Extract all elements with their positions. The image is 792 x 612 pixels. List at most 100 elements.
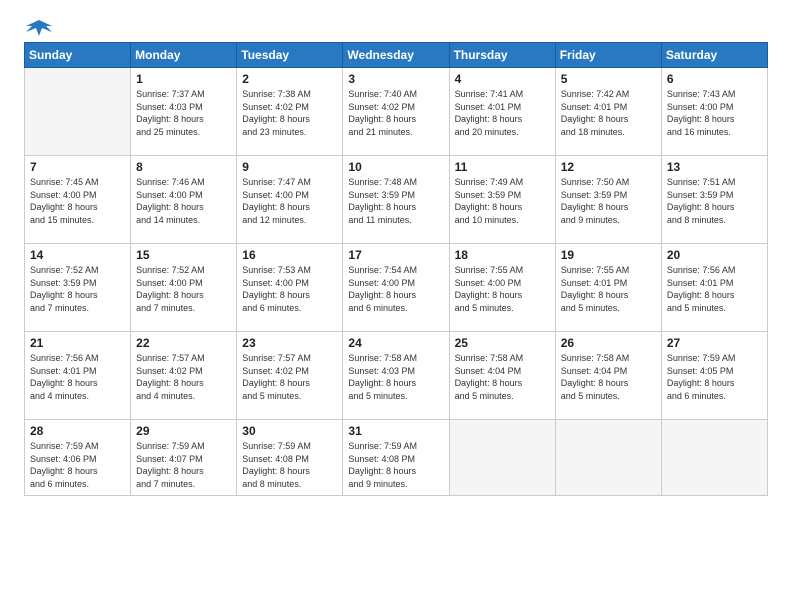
day-info-text: Sunset: 4:00 PM [348,277,443,290]
day-info-text: Sunrise: 7:55 AM [561,264,656,277]
day-number: 21 [30,336,125,350]
day-info-text: Daylight: 8 hours [30,377,125,390]
weekday-header-row: Sunday Monday Tuesday Wednesday Thursday… [25,43,768,68]
day-info-text: and 5 minutes. [242,390,337,403]
calendar-cell: 10 Sunrise: 7:48 AMSunset: 3:59 PMDayligh… [343,156,449,244]
day-info-text: and 6 minutes. [242,302,337,315]
week-row-5: 28Sunrise: 7:59 AMSunset: 4:06 PMDayligh… [25,420,768,496]
day-number: 30 [242,424,337,438]
day-number: 10 [348,160,443,174]
day-info-text: and 23 minutes. [242,126,337,139]
day-number: 27 [667,336,762,350]
day-number: 12 [561,160,656,174]
day-info-text: and 7 minutes. [30,302,125,315]
day-info-text: Sunset: 4:00 PM [242,277,337,290]
day-info-text: Sunrise: 7:42 AM [561,88,656,101]
day-info-text: Sunset: 4:01 PM [30,365,125,378]
day-info-text: Daylight: 8 hours [348,289,443,302]
day-info-text: and 18 minutes. [561,126,656,139]
day-number: 25 [455,336,550,350]
day-info-text: and 9 minutes. [561,214,656,227]
day-info-text: and 4 minutes. [30,390,125,403]
day-info-text: and 16 minutes. [667,126,762,139]
day-info-text: and 15 minutes. [30,214,125,227]
day-number: 20 [667,248,762,262]
calendar-cell: 12Sunrise: 7:50 AMSunset: 3:59 PMDayligh… [555,156,661,244]
day-info-text: Sunrise: 7:55 AM [455,264,550,277]
day-info-text: Daylight: 8 hours [242,377,337,390]
day-info-text: Sunrise: 7:38 AM [242,88,337,101]
calendar-cell: 26Sunrise: 7:58 AMSunset: 4:04 PMDayligh… [555,332,661,420]
calendar-cell: 3Sunrise: 7:40 AMSunset: 4:02 PMDaylight… [343,68,449,156]
day-info-text: Sunset: 4:01 PM [561,277,656,290]
day-info-text: Daylight: 8 hours [30,465,125,478]
day-info-text: Sunrise: 7:58 AM [348,352,443,365]
day-info-text: Daylight: 8 hours [30,289,125,302]
calendar-cell: 17Sunrise: 7:54 AMSunset: 4:00 PMDayligh… [343,244,449,332]
calendar-cell: 23Sunrise: 7:57 AMSunset: 4:02 PMDayligh… [237,332,343,420]
day-info-text: Sunrise: 7:49 AM [455,176,550,189]
day-info-text: and 9 minutes. [348,478,443,491]
day-info-text: Sunrise: 7:59 AM [136,440,231,453]
day-number: 14 [30,248,125,262]
calendar-cell [555,420,661,496]
day-info-text: Sunset: 4:00 PM [136,189,231,202]
day-info-text: Daylight: 8 hours [242,201,337,214]
day-number: 22 [136,336,231,350]
day-info-text: Daylight: 8 hours [136,113,231,126]
day-info-text: Sunset: 4:04 PM [455,365,550,378]
day-info-text: Daylight: 8 hours [667,289,762,302]
calendar-cell: 6Sunrise: 7:43 AMSunset: 4:00 PMDaylight… [661,68,767,156]
week-row-3: 14Sunrise: 7:52 AMSunset: 3:59 PMDayligh… [25,244,768,332]
day-info-text: Daylight: 8 hours [667,377,762,390]
calendar-cell: 8Sunrise: 7:46 AMSunset: 4:00 PMDaylight… [131,156,237,244]
day-info-text: and 21 minutes. [348,126,443,139]
calendar-cell: 5Sunrise: 7:42 AMSunset: 4:01 PMDaylight… [555,68,661,156]
day-info-text: Sunset: 4:01 PM [455,101,550,114]
day-info-text: Sunrise: 7:56 AM [667,264,762,277]
week-row-2: 7Sunrise: 7:45 AMSunset: 4:00 PMDaylight… [25,156,768,244]
day-info-text: Sunrise: 7:59 AM [667,352,762,365]
day-info-text: Daylight: 8 hours [136,201,231,214]
day-info-text: Sunset: 4:01 PM [561,101,656,114]
day-info-text: Sunrise: 7:54 AM [348,264,443,277]
day-number: 13 [667,160,762,174]
day-number: 29 [136,424,231,438]
day-info-text: Sunrise: 7:48 AM [348,176,443,189]
day-info-text: Sunset: 4:00 PM [242,189,337,202]
calendar-cell: 31Sunrise: 7:59 AMSunset: 4:08 PMDayligh… [343,420,449,496]
day-number: 11 [455,160,550,174]
week-row-1: 1Sunrise: 7:37 AMSunset: 4:03 PMDaylight… [25,68,768,156]
day-info-text: and 10 minutes. [455,214,550,227]
day-info-text: Sunset: 4:03 PM [348,365,443,378]
calendar-cell: 22Sunrise: 7:57 AMSunset: 4:02 PMDayligh… [131,332,237,420]
day-info-text: and 8 minutes. [667,214,762,227]
day-info-text: Sunrise: 7:50 AM [561,176,656,189]
day-info-text: Daylight: 8 hours [455,201,550,214]
calendar-cell: 24Sunrise: 7:58 AMSunset: 4:03 PMDayligh… [343,332,449,420]
day-info-text: and 8 minutes. [242,478,337,491]
week-row-4: 21Sunrise: 7:56 AMSunset: 4:01 PMDayligh… [25,332,768,420]
calendar-cell: 28Sunrise: 7:59 AMSunset: 4:06 PMDayligh… [25,420,131,496]
day-info-text: Sunrise: 7:59 AM [30,440,125,453]
day-info-text: and 7 minutes. [136,478,231,491]
day-number: 15 [136,248,231,262]
day-info-text: Sunrise: 7:52 AM [30,264,125,277]
header-monday: Monday [131,43,237,68]
day-number: 4 [455,72,550,86]
day-info-text: Daylight: 8 hours [348,201,443,214]
calendar-cell: 15Sunrise: 7:52 AMSunset: 4:00 PMDayligh… [131,244,237,332]
day-info-text: Sunset: 4:01 PM [667,277,762,290]
day-info-text: Sunset: 4:07 PM [136,453,231,466]
day-number: 16 [242,248,337,262]
day-info-text: Daylight: 8 hours [561,289,656,302]
day-info-text: Sunrise: 7:37 AM [136,88,231,101]
day-info-text: and 6 minutes. [30,478,125,491]
day-info-text: Sunrise: 7:45 AM [30,176,125,189]
day-info-text: and 6 minutes. [667,390,762,403]
day-info-text: Sunset: 3:59 PM [348,189,443,202]
day-number: 1 [136,72,231,86]
header [24,18,768,36]
day-number: 23 [242,336,337,350]
calendar-cell: 25Sunrise: 7:58 AMSunset: 4:04 PMDayligh… [449,332,555,420]
